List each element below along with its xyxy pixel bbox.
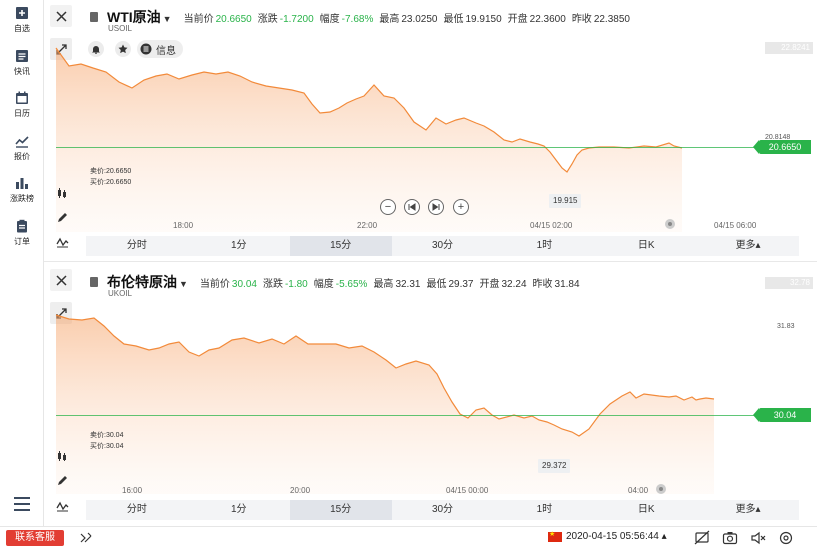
current-price-badge: 30.04 bbox=[759, 408, 811, 422]
buy-price: 买价:20.6650 bbox=[90, 179, 132, 186]
tf-more[interactable]: 更多▴ bbox=[697, 500, 799, 520]
left-nav: 自选 快讯 日历 报价 涨跌榜 订单 bbox=[0, 0, 44, 555]
time-label: 16:00 bbox=[122, 486, 143, 495]
tf-15min[interactable]: 15分 bbox=[289, 236, 392, 256]
pencil-icon bbox=[58, 213, 67, 222]
top-price-badge: 22.8241 bbox=[765, 42, 813, 54]
buy-price: 买价:30.04 bbox=[90, 443, 124, 450]
jump-start-button[interactable] bbox=[404, 199, 420, 215]
scroll-handle[interactable] bbox=[665, 219, 675, 229]
candle-type-button[interactable] bbox=[54, 448, 70, 464]
zoom-out-button[interactable]: − bbox=[380, 199, 396, 215]
time-label: 04:00 bbox=[628, 486, 649, 495]
price-chart-wti[interactable] bbox=[44, 0, 817, 262]
nav-item-movers[interactable]: 涨跌榜 bbox=[0, 176, 44, 204]
low-price-marker: 29.372 bbox=[538, 459, 571, 473]
tf-1min[interactable]: 1分 bbox=[188, 500, 290, 520]
nav-label: 日历 bbox=[14, 109, 30, 118]
tf-1min[interactable]: 1分 bbox=[188, 236, 290, 256]
customer-service-button[interactable]: 联系客服 bbox=[6, 530, 64, 546]
jump-end-button[interactable] bbox=[428, 199, 444, 215]
nav-label: 快讯 bbox=[14, 67, 30, 76]
bar-chart-icon bbox=[16, 178, 28, 189]
time-label: 20:00 bbox=[290, 486, 311, 495]
timeframe-bar: 分时 1分 15分 30分 1时 日K 更多▴ bbox=[86, 500, 799, 520]
draw-tool-button[interactable] bbox=[54, 473, 70, 489]
quote-chart-icon bbox=[15, 136, 29, 148]
tf-daily[interactable]: 日K bbox=[595, 500, 697, 520]
nav-label: 涨跌榜 bbox=[10, 194, 34, 203]
time-label: 04/15 06:00 bbox=[714, 221, 757, 230]
hamburger-icon[interactable] bbox=[12, 495, 32, 513]
minus-icon: − bbox=[384, 201, 392, 213]
tf-tick[interactable]: 分时 bbox=[86, 500, 188, 520]
news-icon bbox=[16, 50, 28, 62]
status-bar: 联系客服 2020-04-15 05:56:44 ▴ bbox=[0, 526, 817, 555]
scroll-handle[interactable] bbox=[656, 484, 666, 494]
indicator-wave-icon bbox=[55, 237, 68, 248]
settings-icon[interactable] bbox=[778, 530, 794, 546]
time-label: 18:00 bbox=[173, 221, 194, 230]
zoom-in-button[interactable]: + bbox=[453, 199, 469, 215]
sell-price: 卖价:30.04 bbox=[90, 432, 124, 439]
screen-off-icon[interactable] bbox=[694, 530, 710, 546]
draw-tool-button[interactable] bbox=[54, 210, 70, 226]
nav-label: 自选 bbox=[14, 24, 30, 33]
axis-price-label: 31.83 bbox=[777, 323, 795, 330]
price-chart-brent[interactable] bbox=[44, 264, 817, 524]
clipboard-icon bbox=[17, 219, 27, 233]
indicator-wave-icon bbox=[55, 501, 68, 512]
tf-1hour[interactable]: 1时 bbox=[493, 500, 595, 520]
nav-label: 报价 bbox=[14, 152, 30, 161]
time-label: 22:00 bbox=[357, 221, 378, 230]
indicator-button[interactable] bbox=[54, 498, 70, 514]
tf-1hour[interactable]: 1时 bbox=[493, 236, 595, 256]
datetime-display[interactable]: 2020-04-15 05:56:44 ▴ bbox=[566, 531, 667, 542]
sync-icon[interactable] bbox=[78, 530, 94, 546]
mute-icon[interactable] bbox=[750, 530, 766, 546]
chart-panel-wti: WTI原油 ▼ 当前价 20.6650 涨跌 -1.7200 幅度 -7.68% 最高… bbox=[44, 0, 817, 262]
low-price-marker: 19.915 bbox=[549, 194, 582, 208]
tf-30min[interactable]: 30分 bbox=[392, 500, 494, 520]
skip-back-icon bbox=[408, 203, 416, 211]
current-price-badge: 20.6650 bbox=[759, 140, 811, 154]
skip-forward-icon bbox=[432, 203, 440, 211]
bid-ask: 卖价:30.04 买价:30.04 bbox=[90, 430, 123, 452]
chart-panel-brent: 布伦特原油 ▼ 当前价 30.04 涨跌 -1.80 幅度 -5.65% 最高 32.3… bbox=[44, 264, 817, 524]
tf-daily[interactable]: 日K bbox=[595, 236, 697, 256]
plus-icon: + bbox=[457, 201, 465, 213]
timeframe-bar: 分时 1分 15分 30分 1时 日K 更多▴ bbox=[86, 236, 799, 256]
bid-ask: 卖价:20.6650 买价:20.6650 bbox=[90, 166, 131, 188]
candle-type-button[interactable] bbox=[54, 185, 70, 201]
top-price-badge: 32.78 bbox=[765, 277, 813, 289]
sell-price: 卖价:20.6650 bbox=[90, 168, 132, 175]
time-label: 04/15 00:00 bbox=[446, 486, 489, 495]
tf-30min[interactable]: 30分 bbox=[392, 236, 494, 256]
nav-item-quotes[interactable]: 报价 bbox=[0, 134, 44, 162]
nav-item-calendar[interactable]: 日历 bbox=[0, 91, 44, 119]
nav-item-orders[interactable]: 订单 bbox=[0, 219, 44, 247]
tf-tick[interactable]: 分时 bbox=[86, 236, 188, 256]
tf-more[interactable]: 更多▴ bbox=[697, 236, 799, 256]
nav-item-watchlist[interactable]: 自选 bbox=[0, 6, 44, 34]
candlestick-icon bbox=[58, 188, 66, 198]
camera-icon[interactable] bbox=[722, 530, 738, 546]
nav-label: 订单 bbox=[14, 237, 30, 246]
area-fill bbox=[56, 315, 714, 494]
tf-15min[interactable]: 15分 bbox=[289, 500, 392, 520]
bookmark-plus-icon bbox=[16, 7, 28, 19]
calendar-icon bbox=[16, 91, 28, 104]
area-fill bbox=[56, 48, 682, 232]
nav-item-news[interactable]: 快讯 bbox=[0, 49, 44, 77]
flag-icon bbox=[548, 530, 562, 542]
pencil-icon bbox=[58, 476, 67, 485]
candlestick-icon bbox=[58, 451, 66, 461]
indicator-button[interactable] bbox=[54, 234, 70, 250]
time-label: 04/15 02:00 bbox=[530, 221, 573, 230]
